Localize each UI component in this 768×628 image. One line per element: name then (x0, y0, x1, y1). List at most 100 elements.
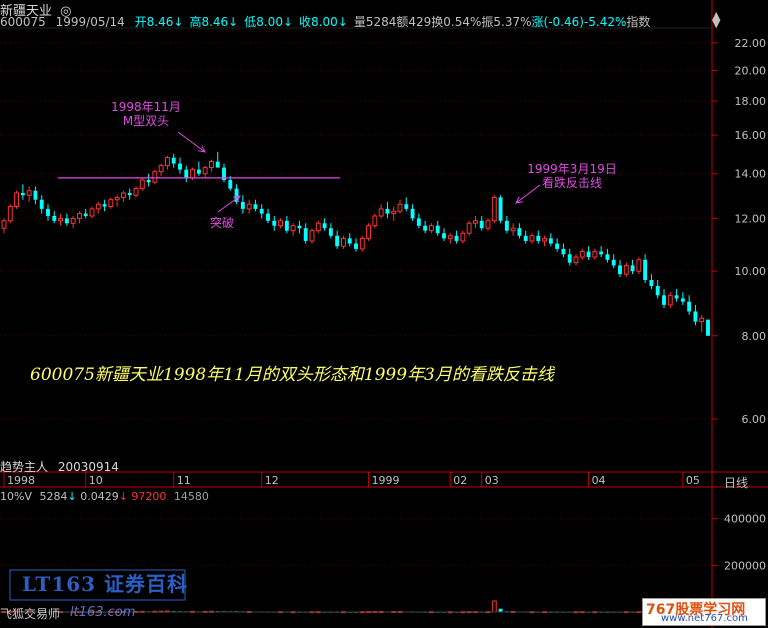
candle-body-down (39, 199, 44, 209)
candle-body-down (266, 213, 270, 221)
candle-body-up (472, 220, 478, 224)
candle-body-down (52, 215, 57, 221)
quote-header: 600075 1999/05/14 开8.46↓ 高8.46↓ 低8.00↓ 收8.0… (0, 13, 710, 29)
brand-watermark: LT163 证券百科 (22, 572, 189, 596)
volume-value-2: 0.0429 (80, 490, 119, 503)
brand-url: lt163.com (70, 605, 136, 620)
time-tick-label: 1999 (372, 474, 400, 487)
candle-body-up (542, 237, 548, 242)
candle-body-up (246, 203, 252, 210)
candle-body-down (284, 220, 289, 231)
candle-body-down (498, 197, 503, 221)
candle-body-up (579, 251, 585, 258)
quote-field: 换0.54% (431, 15, 482, 29)
candle-body-down (127, 192, 132, 196)
candle-body-up (485, 220, 491, 229)
quote-field: 高8.46 (189, 15, 229, 29)
quote-field: 开8.46 (134, 15, 174, 29)
candle-body-down (442, 233, 446, 239)
time-tick-label: 12 (265, 474, 279, 487)
candle-body-down (706, 319, 710, 336)
candle-body-down (479, 220, 484, 229)
m-top-annotation: 1998年11月 M型双头 (100, 100, 192, 128)
candle-body-up (366, 225, 372, 239)
time-tick-label: 04 (592, 474, 606, 487)
candle-body-up (636, 259, 642, 272)
candle-body-down (416, 218, 421, 226)
candle-body-up (510, 227, 516, 232)
counter-annotation: 1999年3月19日 看跌反击线 (520, 162, 624, 190)
volume-value-3: 97200 (131, 490, 167, 503)
candle-body-down (253, 204, 258, 209)
candle-body-up (428, 225, 434, 232)
candle-body-up (108, 199, 114, 208)
m-top-line2: M型双头 (122, 114, 170, 128)
time-tick-label: 11 (177, 474, 191, 487)
candle-body-up (460, 232, 466, 242)
candle-body-up (58, 217, 64, 222)
candle-body-up (158, 165, 164, 173)
candle-body-down (605, 254, 610, 260)
candle-body-down (64, 218, 69, 224)
stock-code: 600075 (0, 15, 46, 29)
candle-body-down (322, 223, 327, 229)
time-tick-label: 02 (453, 474, 467, 487)
candle-body-down (687, 301, 692, 312)
candle-body-down (548, 238, 553, 244)
down-arrow-icon: ↓ (67, 490, 77, 503)
counter-line2: 看跌反击线 (541, 176, 602, 190)
candle-body-down (184, 169, 189, 178)
candle-body-down (46, 208, 50, 216)
candle-body-up (164, 157, 170, 167)
candle-body-down (410, 208, 415, 219)
candle-body-up (529, 235, 535, 242)
volume-tick-label: 200000 (724, 559, 766, 572)
candle-body-down (102, 204, 107, 207)
candle-body-down (523, 235, 528, 241)
candle-body-up (447, 235, 453, 239)
price-tick-label: 6.00 (742, 413, 767, 426)
candle-body-up (573, 256, 579, 264)
candle-body-up (309, 230, 315, 242)
scroll-arrows-icon[interactable]: ▲ ▼ (712, 10, 720, 29)
stock-chart: 22.00 20.00 18.00 16.00 14.00 12.00 10.00 8.00 6… (0, 0, 768, 628)
indicator-name: 趋势主人 (0, 460, 49, 474)
quote-field: 收8.00 (299, 15, 338, 29)
volume-bar-up (491, 600, 497, 613)
candle-body-up (89, 208, 95, 217)
time-tick-label: 1998 (7, 474, 35, 487)
candle-body-down (385, 208, 390, 214)
indicator-title: 趋势主人 20030914 (0, 458, 119, 475)
candle-body-up (623, 264, 629, 275)
candle-body-up (378, 208, 384, 217)
quote-field: 涨(-0.46)-5.42% (531, 15, 627, 29)
candle-body-up (114, 196, 120, 201)
candle-body-down (423, 225, 428, 231)
time-tick-label: 03 (485, 474, 499, 487)
candle-body-up (14, 192, 20, 208)
quote-field: 额429 (396, 15, 432, 29)
candle-body-down (354, 243, 358, 249)
candle-body-down (517, 228, 522, 236)
candle-body-down (146, 180, 151, 183)
candle-body-down (83, 213, 88, 216)
breakout-annotation: 突破 (209, 216, 234, 230)
period-label[interactable]: 日线 (724, 474, 748, 491)
candle-body-down (228, 180, 233, 189)
candle-body-down (328, 228, 333, 236)
candle-body-up (372, 215, 378, 227)
candle-body-up (70, 217, 76, 224)
candle-body-down (297, 225, 302, 229)
down-arrow-icon: ↓ (337, 15, 348, 29)
candle-body-down (599, 251, 604, 255)
candle-body-down (561, 248, 566, 255)
candle-body-down (404, 204, 409, 209)
time-tick-label: 10 (89, 474, 103, 487)
candle-body-up (491, 196, 497, 222)
candle-body-down (435, 225, 440, 234)
candle-body-up (26, 190, 32, 196)
candle-body-up (139, 179, 145, 190)
candle-body-up (290, 225, 296, 232)
price-tick-label: 22.00 (735, 37, 767, 50)
candle-body-up (95, 203, 101, 210)
